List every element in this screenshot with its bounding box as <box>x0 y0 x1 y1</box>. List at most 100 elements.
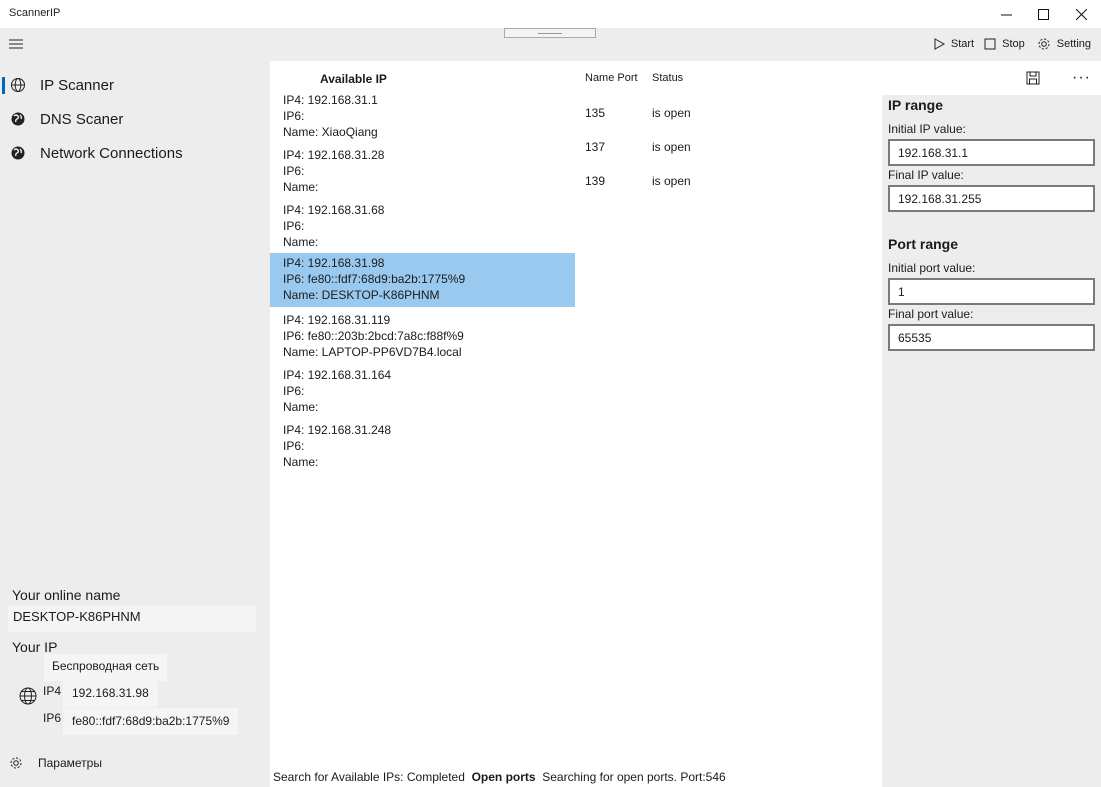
ip4-text: IP4: 192.168.31.68 <box>283 203 385 217</box>
host-name-text: Name: <box>283 180 319 194</box>
navigation-pane: IP Scanner DNS Scaner Network Connection… <box>0 68 268 170</box>
close-button[interactable] <box>1062 0 1100 28</box>
open-ports-label: Open ports <box>471 770 536 784</box>
host-name-text: Name: <box>283 400 319 414</box>
search-status: Search for Available IPs: Completed <box>273 770 465 784</box>
nav-item-label: DNS Scaner <box>40 110 124 128</box>
ip4-value: 192.168.31.98 <box>63 680 158 707</box>
ip6-text: IP6: <box>283 109 305 123</box>
port-status: is open <box>652 106 691 120</box>
stop-button[interactable]: Stop <box>984 34 1025 54</box>
globe-filled-icon <box>10 111 26 127</box>
port-number: 139 <box>585 174 606 188</box>
close-icon <box>1075 8 1087 20</box>
port-status: is open <box>652 174 691 188</box>
nav-item-label: IP Scanner <box>40 76 114 94</box>
ip6-value: fe80::fdf7:68d9:ba2b:1775%9 <box>63 708 239 735</box>
online-name-value: DESKTOP-K86PHNM <box>8 606 256 632</box>
status-header: Status <box>652 72 684 84</box>
nav-item-label: Network Connections <box>40 144 183 162</box>
ip4-label: IP4 <box>43 684 62 698</box>
minimize-icon <box>1000 14 1012 15</box>
ip6-text: IP6: <box>283 439 305 453</box>
setting-label: Setting <box>1056 38 1091 50</box>
gear-icon <box>1038 38 1050 50</box>
ip-list-panel: Available IP Name Port Status IP4: 192.1… <box>270 61 882 766</box>
name-port-header: Name Port <box>585 72 638 84</box>
initial-port-input[interactable] <box>888 278 1095 305</box>
host-name-text: Name: LAPTOP-PP6VD7B4.local <box>283 345 462 359</box>
ip4-text: IP4: 192.168.31.164 <box>283 368 392 382</box>
host-name-text: Name: <box>283 455 319 469</box>
play-icon <box>934 38 945 50</box>
hamburger-icon <box>9 39 23 49</box>
list-item[interactable]: IP4: 192.168.31.68 IP6: Name: <box>270 200 575 255</box>
host-name-text: Name: <box>283 235 319 249</box>
ip6-label: IP6 <box>43 711 62 725</box>
list-item[interactable]: IP4: 192.168.31.164 IP6: Name: <box>270 365 575 420</box>
status-bar: Search for Available IPs: Completed Open… <box>270 766 882 787</box>
ip4-text: IP4: 192.168.31.248 <box>283 423 392 437</box>
final-port-input[interactable] <box>888 324 1095 351</box>
start-label: Start <box>950 38 975 50</box>
ip6-text: IP6: fe80::fdf7:68d9:ba2b:1775%9 <box>283 272 466 286</box>
port-row[interactable]: 137 is open <box>585 140 785 154</box>
more-options-icon[interactable]: ··· <box>1072 69 1091 87</box>
port-range-title: Port range <box>888 236 959 252</box>
settings-nav-item[interactable]: Параметры <box>9 756 102 770</box>
final-ip-input[interactable] <box>888 185 1095 212</box>
port-number: 135 <box>585 106 606 120</box>
drag-handle[interactable] <box>504 28 596 38</box>
host-name-text: Name: DESKTOP-K86PHNM <box>283 288 440 302</box>
app-title: ScannerIP <box>9 7 61 19</box>
ip4-text: IP4: 192.168.31.1 <box>283 93 378 107</box>
ip4-text: IP4: 192.168.31.119 <box>283 313 391 327</box>
stop-icon <box>984 38 996 50</box>
port-status: is open <box>652 140 691 154</box>
list-item-selected[interactable]: IP4: 192.168.31.98 IP6: fe80::fdf7:68d9:… <box>270 253 575 307</box>
ip-range-title: IP range <box>888 97 943 113</box>
nav-item-ip-scanner[interactable]: IP Scanner <box>0 68 268 102</box>
minimize-button[interactable] <box>987 0 1025 28</box>
stop-label: Stop <box>1002 38 1025 50</box>
globe-filled-icon <box>10 145 26 161</box>
setting-button[interactable]: Setting <box>1037 34 1091 54</box>
initial-port-label: Initial port value: <box>888 261 976 275</box>
nav-item-dns-scaner[interactable]: DNS Scaner <box>0 102 268 136</box>
ip6-text: IP6: <box>283 219 305 233</box>
hamburger-menu-button[interactable] <box>8 36 26 52</box>
ip6-text: IP6: <box>283 164 305 178</box>
ip4-text: IP4: 192.168.31.98 <box>283 256 385 270</box>
online-name-label: Your online name <box>12 587 121 603</box>
command-bar: Start Stop Setting <box>933 34 1101 54</box>
maximize-icon <box>1037 8 1049 20</box>
host-name-text: Name: XiaoQiang <box>283 125 378 139</box>
nav-item-network-connections[interactable]: Network Connections <box>0 136 268 170</box>
range-settings-panel: ··· IP range Initial IP value: Final IP … <box>882 61 1101 766</box>
scan-progress-text: Searching for open ports. Port:546 <box>542 770 726 784</box>
available-ip-header: Available IP <box>320 72 387 86</box>
port-number: 137 <box>585 140 606 154</box>
port-row[interactable]: 139 is open <box>585 174 785 188</box>
list-item[interactable]: IP4: 192.168.31.1 IP6: Name: XiaoQiang <box>270 90 575 145</box>
final-port-label: Final port value: <box>888 307 974 321</box>
ip4-text: IP4: 192.168.31.28 <box>283 148 385 162</box>
ip6-text: IP6: fe80::203b:2bcd:7a8c:f88f%9 <box>283 329 464 343</box>
save-button[interactable] <box>1026 71 1040 85</box>
port-row[interactable]: 135 is open <box>585 106 785 120</box>
globe-icon <box>10 77 26 93</box>
list-item[interactable]: IP4: 192.168.31.28 IP6: Name: <box>270 145 575 200</box>
list-item[interactable]: IP4: 192.168.31.248 IP6: Name: <box>270 420 575 475</box>
save-icon <box>1026 71 1040 85</box>
initial-ip-label: Initial IP value: <box>888 122 966 136</box>
settings-label: Параметры <box>38 756 102 770</box>
adapter-name: Беспроводная сеть <box>44 654 168 681</box>
list-item[interactable]: IP4: 192.168.31.119 IP6: fe80::203b:2bcd… <box>270 310 575 365</box>
ip6-text: IP6: <box>283 384 305 398</box>
final-ip-label: Final IP value: <box>888 168 964 182</box>
start-button[interactable]: Start <box>933 34 974 54</box>
your-ip-label: Your IP <box>12 639 58 655</box>
gear-icon <box>10 757 22 769</box>
maximize-button[interactable] <box>1024 0 1062 28</box>
initial-ip-input[interactable] <box>888 139 1095 166</box>
